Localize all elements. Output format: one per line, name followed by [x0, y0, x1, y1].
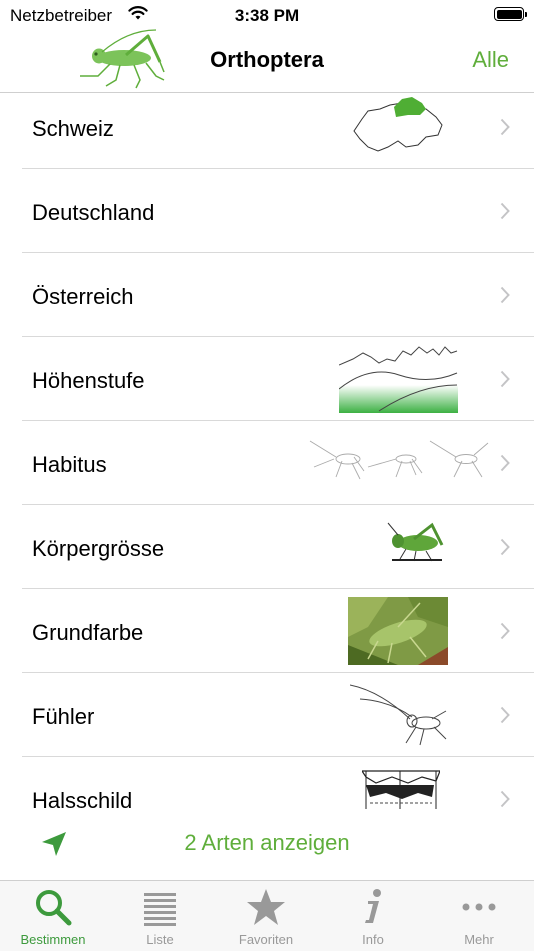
chevron-right-icon	[500, 370, 510, 388]
list-item-schweiz[interactable]: Schweiz	[0, 85, 534, 169]
tab-mehr[interactable]: Mehr	[426, 881, 532, 951]
list-item-halsschild[interactable]: Halsschild	[0, 757, 534, 815]
list-item-label: Habitus	[32, 452, 107, 477]
tab-label: Favoriten	[238, 932, 294, 947]
list-item-label: Höhenstufe	[32, 368, 145, 393]
status-bar: Netzbetreiber 3:38 PM	[0, 0, 534, 30]
list-item-grundfarbe[interactable]: Grundfarbe	[0, 589, 534, 673]
chevron-right-icon	[500, 118, 510, 136]
base-color-photo-icon	[348, 597, 448, 665]
list-item-koerpergroesse[interactable]: Körpergrösse	[0, 505, 534, 589]
star-icon	[247, 889, 285, 925]
tab-label: Info	[362, 932, 384, 947]
body-size-grasshopper-icon	[387, 522, 444, 562]
criteria-list: Schweiz Deutschland Österreich Höhenstuf…	[0, 85, 534, 815]
tab-favoriten[interactable]: Favoriten	[213, 881, 319, 951]
tab-label: Liste	[146, 932, 174, 947]
list-item-label: Halsschild	[32, 788, 133, 813]
list-item-fuehler[interactable]: Fühler	[0, 673, 534, 757]
tab-label: Bestimmen	[20, 932, 86, 947]
altitude-illustration-icon	[339, 346, 458, 413]
battery-icon	[494, 7, 527, 21]
list-item-oesterreich[interactable]: Österreich	[0, 253, 534, 337]
chevron-right-icon	[500, 706, 510, 724]
tab-info[interactable]: Info	[320, 881, 426, 951]
list-icon	[144, 893, 176, 926]
all-button[interactable]: Alle	[472, 47, 509, 73]
more-icon	[462, 903, 496, 911]
list-item-label: Fühler	[32, 704, 95, 729]
show-species-bar: 2 Arten anzeigen	[0, 818, 534, 870]
chevron-right-icon	[500, 202, 510, 220]
switzerland-map-icon	[353, 97, 443, 152]
info-icon	[365, 889, 381, 923]
list-item-label: Deutschland	[32, 200, 155, 225]
chevron-right-icon	[500, 538, 510, 556]
habitus-sketches-icon	[309, 440, 489, 480]
chevron-right-icon	[500, 622, 510, 640]
list-item-label: Österreich	[32, 284, 134, 309]
tab-bestimmen[interactable]: Bestimmen	[0, 881, 106, 951]
tab-bar: Bestimmen Liste Favoriten Info Mehr	[0, 880, 534, 951]
tab-liste[interactable]: Liste	[107, 881, 213, 951]
antenna-sketch-icon	[350, 684, 447, 746]
page-title: Orthoptera	[210, 47, 324, 72]
search-icon	[36, 890, 72, 926]
chevron-right-icon	[500, 790, 510, 808]
tab-label: Mehr	[464, 932, 494, 947]
list-item-label: Körpergrösse	[32, 536, 165, 561]
navigation-bar: Orthoptera Alle	[0, 28, 534, 93]
list-item-deutschland[interactable]: Deutschland	[0, 169, 534, 253]
list-item-label: Grundfarbe	[32, 620, 144, 645]
list-item-hoehenstufe[interactable]: Höhenstufe	[0, 337, 534, 421]
list-item-label: Schweiz	[32, 116, 114, 141]
clock: 3:38 PM	[234, 6, 300, 25]
list-item-habitus[interactable]: Habitus	[0, 421, 534, 505]
chevron-right-icon	[500, 286, 510, 304]
show-species-button[interactable]: 2 Arten anzeigen	[0, 830, 534, 856]
chevron-right-icon	[500, 454, 510, 472]
pronotum-sketch-icon	[362, 770, 440, 809]
